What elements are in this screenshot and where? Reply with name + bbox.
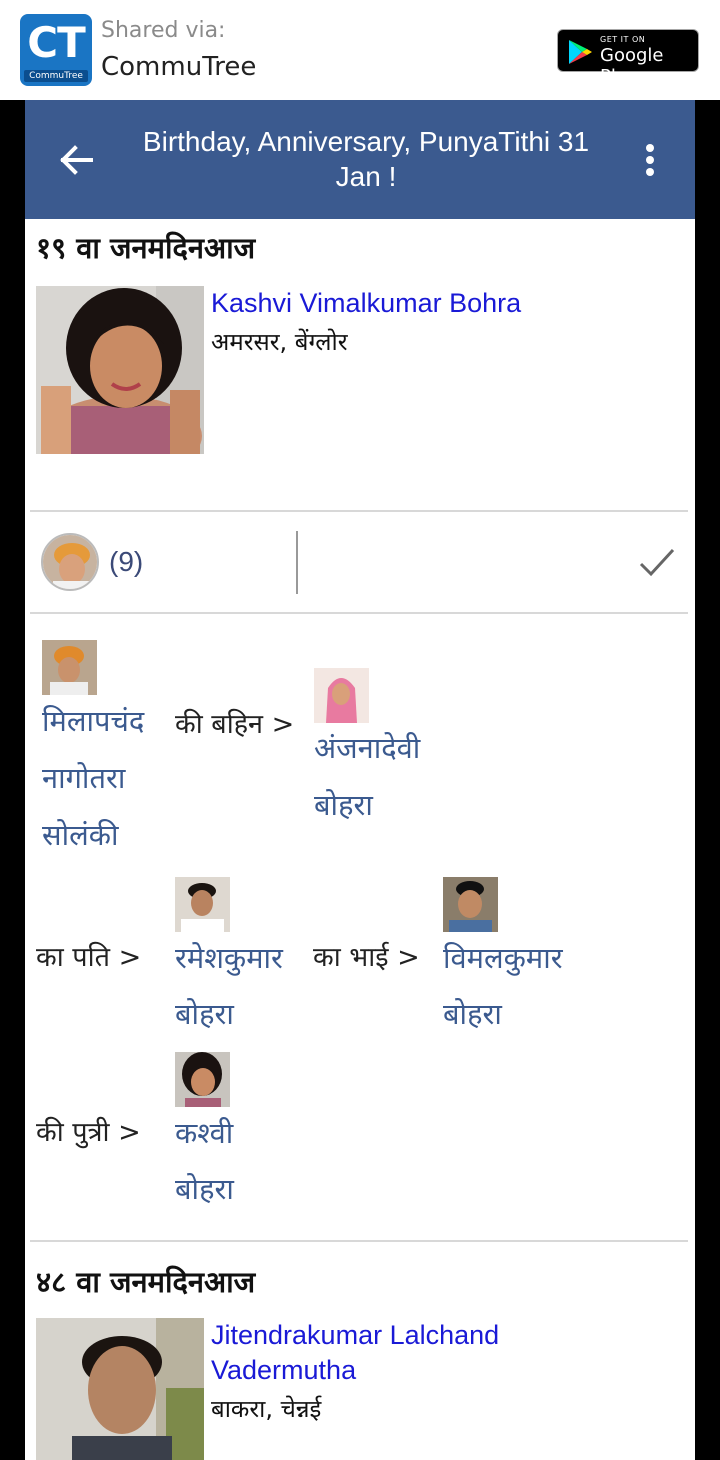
relation-label: की पुत्री > [36,1117,141,1148]
commutree-logo[interactable]: CT CommuTree [20,14,92,86]
person-name-link[interactable]: Jitendrakumar Lalchand Vadermutha [211,1318,611,1388]
person-thumb[interactable] [42,640,97,695]
relation-label: का भाई > [313,942,420,973]
birthday-heading: ४८ वा जनमदिनआज [36,1265,256,1299]
divider [30,1240,688,1242]
page-title: Birthday, Anniversary, PunyaTithi 31 Jan… [142,126,590,192]
relation-person-link[interactable]: कश्वी बोहरा [175,1105,275,1217]
person-thumb[interactable] [175,877,230,932]
store-name: Google Play [600,45,664,87]
more-vertical-icon-dot [646,156,654,164]
back-button[interactable] [55,140,99,180]
vertical-separator [296,531,298,594]
person-thumb[interactable] [443,877,498,932]
toolbar: Birthday, Anniversary, PunyaTithi 31 Jan… [25,100,695,219]
logo-letters: CT [27,18,85,67]
person-thumb[interactable] [314,668,369,723]
app-screen: Birthday, Anniversary, PunyaTithi 31 Jan… [25,100,695,1460]
relation-person-link[interactable]: रमेशकुमार बोहरा [175,930,315,1042]
arrow-left-icon [60,145,93,175]
person-photo[interactable] [36,286,204,454]
check-icon [639,548,675,577]
relation-label: का पति > [36,942,142,973]
app-name: CommuTree [101,52,257,82]
person-photo[interactable] [36,1318,204,1460]
check-button[interactable] [637,544,677,580]
divider [30,510,688,512]
google-play-badge[interactable]: GET IT ON Google Play [557,29,699,87]
person-place: अमरसर, बेंग्लोर [211,328,348,356]
more-vertical-icon-dot [646,168,654,176]
reaction-count[interactable]: (9) [109,546,143,578]
relation-person-link[interactable]: मिलापचंद नागोतरा सोलंकी [42,693,172,864]
shared-via-label: Shared via: [101,18,226,43]
google-play-icon [569,40,592,64]
relation-label: की बहिन > [175,709,295,740]
reaction-avatar[interactable] [41,533,99,591]
birthday-heading: १९ वा जनमदिनआज [36,231,256,265]
store-get-label: GET IT ON [600,35,646,44]
person-thumb[interactable] [175,1052,230,1107]
overflow-menu-button[interactable] [637,140,663,180]
relation-person-link[interactable]: अंजनादेवी बोहरा [314,720,454,834]
relation-person-link[interactable]: विमलकुमार बोहरा [443,930,593,1042]
more-vertical-icon [646,144,654,152]
person-name-link[interactable]: Kashvi Vimalkumar Bohra [211,286,521,321]
divider [30,612,688,614]
logo-caption: CommuTree [29,71,83,81]
share-banner: CT CommuTree Shared via: CommuTree GET I… [0,0,720,100]
person-place: बाकरा, चेन्नई [211,1395,322,1423]
